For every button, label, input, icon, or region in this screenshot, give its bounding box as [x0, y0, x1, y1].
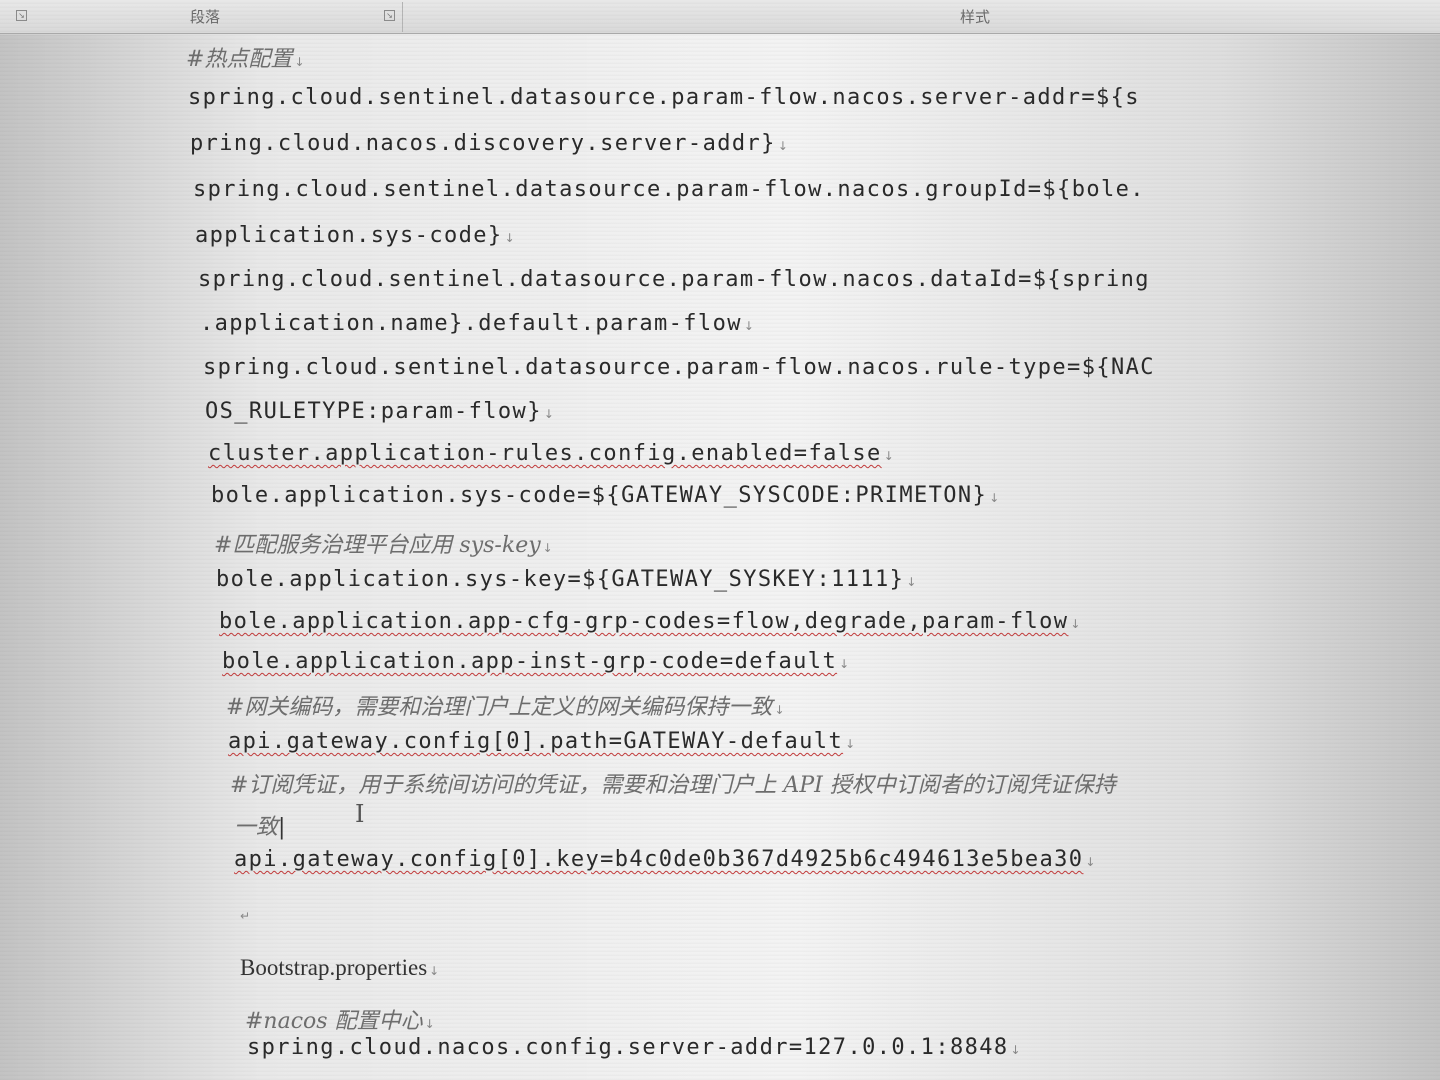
code-text: bole.application.app-cfg-grp-codes=flow,… — [219, 609, 1069, 634]
paragraph-mark-icon: ↓ — [424, 1017, 435, 1031]
code-line-7: spring.cloud.sentinel.datasource.param-f… — [203, 355, 1155, 380]
paragraph-mark-icon: ↓ — [906, 575, 918, 589]
code-text: OS_RULETYPE:param-flow} — [205, 399, 542, 424]
code-line-1: spring.cloud.sentinel.datasource.param-f… — [188, 85, 1140, 110]
comment-gateway-code: #网关编码，需要和治理门户上定义的网关编码保持一致 ↓ — [226, 689, 785, 721]
paragraph-mark-icon: ↓ — [1070, 617, 1082, 631]
styles-group-label: 样式 — [960, 8, 991, 26]
code-line-6: .application.name}.default.param-flow ↓ — [200, 311, 755, 336]
code-text: spring.cloud.sentinel.datasource.param-f… — [203, 355, 1155, 380]
word-processor-window: ↘ 段落 ↘ 样式 #热点配置 ↓ spring.cloud.sentinel.d… — [0, 0, 1440, 1080]
code-line-12: bole.application.app-cfg-grp-codes=flow,… — [219, 609, 1082, 634]
ibeam-cursor-icon: I — [355, 800, 365, 828]
code-line-14: api.gateway.config[0].path=GATEWAY-defau… — [228, 729, 857, 754]
comment-text: #热点配置 — [186, 47, 293, 72]
code-text: spring.cloud.sentinel.datasource.param-f… — [198, 267, 1150, 292]
code-line-9: cluster.application-rules.config.enabled… — [208, 441, 895, 466]
code-line-3: spring.cloud.sentinel.datasource.param-f… — [193, 177, 1145, 202]
paragraph-mark-icon: ↵ — [240, 909, 251, 923]
code-text: cluster.application-rules.config.enabled… — [208, 441, 882, 466]
paragraph-mark-icon: ↓ — [777, 139, 790, 153]
paragraph-mark-icon: ↓ — [989, 491, 1001, 505]
code-line-10: bole.application.sys-code=${GATEWAY_SYSC… — [211, 483, 1001, 508]
ribbon-bottom-strip: ↘ 段落 ↘ 样式 — [0, 0, 1440, 34]
code-line-16: spring.cloud.nacos.config.server-addr=12… — [247, 1035, 1022, 1060]
code-line-5: spring.cloud.sentinel.datasource.param-f… — [198, 267, 1150, 292]
code-text: api.gateway.config[0].path=GATEWAY-defau… — [228, 729, 844, 754]
comment-text: #匹配服务治理平台应用 sys-key — [214, 533, 541, 558]
paragraph-group-label: 段落 — [190, 8, 221, 26]
paragraph-mark-icon: ↓ — [1085, 855, 1097, 869]
code-line-4: application.sys-code} ↓ — [195, 223, 516, 248]
paragraph-mark-icon: ↓ — [1010, 1043, 1023, 1057]
paragraph-dialog-launcher-icon[interactable]: ↘ — [384, 10, 395, 21]
comment-hotspot-config: #热点配置 ↓ — [186, 41, 305, 73]
paragraph-mark-icon: ↓ — [743, 319, 756, 333]
comment-text: #nacos 配置中心 — [245, 1009, 423, 1034]
document-body[interactable]: #热点配置 ↓ spring.cloud.sentinel.datasource.… — [0, 35, 1440, 1080]
heading-bootstrap-properties: Bootstrap.properties ↓ — [240, 955, 439, 981]
comment-syskey: #匹配服务治理平台应用 sys-key ↓ — [214, 527, 553, 559]
comment-text: #网关编码，需要和治理门户上定义的网关编码保持一致 — [226, 695, 773, 720]
paragraph-mark-icon: ↓ — [542, 541, 553, 555]
code-text: spring.cloud.nacos.config.server-addr=12… — [247, 1035, 1009, 1060]
code-text: pring.cloud.nacos.discovery.server-addr} — [190, 131, 776, 156]
paragraph-mark-icon: ↓ — [504, 231, 517, 245]
paragraph-mark-icon: ↓ — [845, 737, 857, 751]
text-caret: | — [278, 815, 286, 840]
paragraph-mark-icon: ↓ — [543, 407, 556, 421]
comment-credential: #订阅凭证，用于系统间访问的凭证，需要和治理门户上 API 授权中订阅者的订阅凭… — [230, 767, 1116, 799]
heading-text: Bootstrap.properties — [240, 955, 428, 980]
paragraph-mark-icon: ↓ — [883, 449, 896, 463]
dialog-launcher-icon[interactable]: ↘ — [16, 10, 27, 21]
code-text: .application.name}.default.param-flow — [200, 311, 742, 336]
code-line-13: bole.application.app-inst-grp-code=defau… — [222, 649, 851, 674]
empty-paragraph: ↵ — [238, 907, 250, 925]
code-text: application.sys-code} — [195, 223, 503, 248]
code-text: bole.application.sys-key=${GATEWAY_SYSKE… — [216, 567, 905, 592]
comment-nacos-config: #nacos 配置中心 ↓ — [245, 1003, 435, 1035]
comment-text: #订阅凭证，用于系统间访问的凭证，需要和治理门户上 API 授权中订阅者的订阅凭… — [230, 773, 1116, 798]
code-line-2: pring.cloud.nacos.discovery.server-addr}… — [190, 131, 789, 156]
code-line-8: OS_RULETYPE:param-flow} ↓ — [205, 399, 555, 424]
code-text: spring.cloud.sentinel.datasource.param-f… — [193, 177, 1145, 202]
comment-credential-cont: 一致| — [234, 809, 285, 841]
code-line-15: api.gateway.config[0].key=b4c0de0b367d49… — [234, 847, 1097, 872]
comment-text: 一致 — [234, 815, 279, 840]
paragraph-mark-icon: ↓ — [429, 964, 440, 978]
ribbon-separator — [402, 2, 403, 32]
code-text: api.gateway.config[0].key=b4c0de0b367d49… — [234, 847, 1084, 872]
code-text: bole.application.sys-code=${GATEWAY_SYSC… — [211, 483, 988, 508]
paragraph-mark-icon: ↓ — [774, 703, 785, 717]
code-text: bole.application.app-inst-grp-code=defau… — [222, 649, 838, 674]
code-text: spring.cloud.sentinel.datasource.param-f… — [188, 85, 1140, 110]
paragraph-mark-icon: ↓ — [294, 55, 305, 69]
code-line-11: bole.application.sys-key=${GATEWAY_SYSKE… — [216, 567, 918, 592]
paragraph-mark-icon: ↓ — [839, 657, 851, 671]
